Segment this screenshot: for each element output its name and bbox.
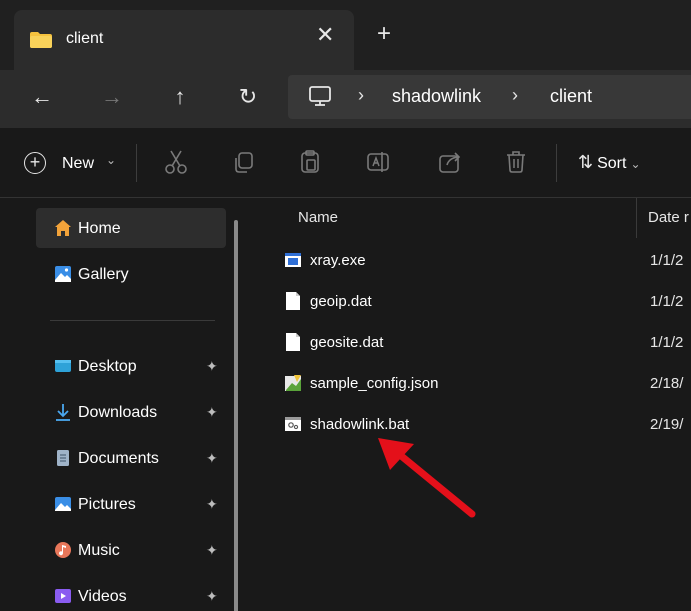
pin-icon[interactable]: ✦ [206, 588, 218, 605]
file-list: Name Date r xray.exe 1/1/2 geoip.dat 1/1… [256, 198, 691, 611]
navigation-bar: ← → ↑ ↻ › shadowlink › client [0, 70, 691, 128]
chevron-down-icon: ⌄ [106, 153, 117, 167]
file-row-geoip-dat[interactable]: geoip.dat 1/1/2 [278, 281, 691, 321]
sidebar-item-home[interactable]: Home [36, 208, 226, 248]
file-name: sample_config.json [310, 375, 439, 392]
breadcrumb-client[interactable]: client [550, 86, 592, 107]
new-button-label: New [62, 155, 95, 172]
new-tab-icon[interactable]: + [377, 22, 391, 46]
cut-icon[interactable] [162, 148, 190, 176]
music-folder-icon [55, 542, 71, 558]
sidebar-item-label: Pictures [78, 496, 136, 513]
sidebar-item-gallery[interactable]: Gallery [36, 254, 226, 294]
file-icon [286, 333, 300, 351]
sidebar-scrollbar[interactable] [234, 220, 238, 611]
file-name: shadowlink.bat [310, 416, 410, 433]
navigation-pane: Home Gallery Desktop ✦ Downloads ✦ Docum… [0, 198, 240, 611]
file-date: 1/1/2 [650, 293, 684, 310]
breadcrumb-separator: › [358, 85, 364, 105]
sidebar-divider [50, 320, 215, 321]
pin-icon[interactable]: ✦ [206, 450, 218, 467]
delete-icon[interactable] [502, 148, 530, 176]
toolbar-divider [556, 144, 557, 182]
documents-folder-icon [57, 450, 69, 466]
file-date: 1/1/2 [650, 334, 684, 351]
tab-title: client [66, 30, 104, 47]
column-header-name[interactable]: Name [298, 209, 338, 226]
file-date: 1/1/2 [650, 252, 684, 269]
sidebar-item-label: Documents [78, 450, 159, 467]
sidebar-item-pictures[interactable]: Pictures ✦ [36, 484, 226, 524]
pin-icon[interactable]: ✦ [206, 496, 218, 513]
tab-client[interactable]: client ✕ [14, 10, 354, 76]
json-icon [285, 375, 301, 391]
copy-icon[interactable] [230, 148, 258, 176]
batch-file-icon [285, 417, 301, 431]
exe-icon [285, 253, 301, 267]
desktop-folder-icon [55, 360, 71, 372]
pictures-folder-icon [55, 497, 71, 511]
sidebar-item-label: Home [78, 220, 121, 237]
forward-icon[interactable]: → [98, 83, 126, 111]
title-bar: client ✕ + [0, 0, 691, 76]
sidebar-item-label: Downloads [78, 404, 158, 421]
videos-folder-icon [55, 589, 71, 603]
back-icon[interactable]: ← [28, 83, 56, 111]
pin-icon[interactable]: ✦ [206, 358, 218, 375]
sidebar-item-documents[interactable]: Documents ✦ [36, 438, 226, 478]
sidebar-item-label: Videos [78, 588, 127, 605]
sidebar-item-label: Desktop [78, 358, 137, 375]
share-icon[interactable] [436, 148, 464, 176]
file-name: geosite.dat [310, 334, 384, 351]
command-bar: + New ⌄ ⇅ Sort ⌄ [0, 128, 691, 198]
up-icon[interactable]: ↑ [166, 83, 194, 111]
sidebar-item-music[interactable]: Music ✦ [36, 530, 226, 570]
annotation-arrow-icon [378, 438, 476, 518]
file-row-sample-config-json[interactable]: sample_config.json 2/18/ [278, 363, 691, 403]
file-date: 2/19/ [650, 416, 684, 433]
home-icon [55, 220, 71, 236]
sidebar-item-downloads[interactable]: Downloads ✦ [36, 392, 226, 432]
file-icon [286, 292, 300, 310]
file-date: 2/18/ [650, 375, 684, 392]
pin-icon[interactable]: ✦ [206, 404, 218, 421]
pin-icon[interactable]: ✦ [206, 542, 218, 559]
sort-icon: ⇅ [578, 152, 594, 172]
column-header-date[interactable]: Date r [648, 209, 689, 226]
gallery-icon [55, 266, 71, 282]
column-separator[interactable] [636, 198, 637, 238]
address-bar[interactable]: › shadowlink › client [288, 75, 691, 119]
download-icon [56, 404, 70, 421]
file-row-xray-exe[interactable]: xray.exe 1/1/2 [278, 240, 691, 280]
sidebar-item-label: Music [78, 542, 120, 559]
sidebar-item-desktop[interactable]: Desktop ✦ [36, 346, 226, 386]
chevron-down-icon: ⌄ [630, 157, 641, 171]
plus-circle-icon: + [24, 152, 46, 174]
file-name: xray.exe [310, 252, 366, 269]
file-name: geoip.dat [310, 293, 372, 310]
toolbar-divider [136, 144, 137, 182]
sort-button[interactable]: ⇅ Sort ⌄ [578, 152, 641, 176]
sidebar-item-videos[interactable]: Videos ✦ [36, 576, 226, 611]
breadcrumb-separator: › [512, 85, 518, 105]
breadcrumb-shadowlink[interactable]: shadowlink [392, 86, 481, 107]
paste-icon[interactable] [296, 148, 324, 176]
close-tab-icon[interactable]: ✕ [316, 24, 334, 46]
rename-icon[interactable] [364, 148, 392, 176]
folder-icon [30, 32, 52, 48]
refresh-icon[interactable]: ↻ [234, 83, 262, 111]
sidebar-item-label: Gallery [78, 266, 129, 283]
computer-icon [309, 86, 331, 106]
file-row-geosite-dat[interactable]: geosite.dat 1/1/2 [278, 322, 691, 362]
sort-button-label: Sort [597, 155, 627, 172]
